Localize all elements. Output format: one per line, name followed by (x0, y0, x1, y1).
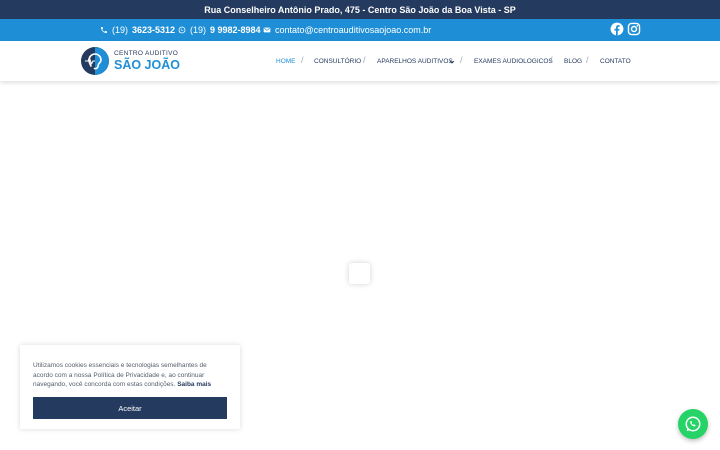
facebook-icon[interactable] (610, 22, 624, 36)
site-header: CENTRO AUDITIVO SÃO JOÃO HOME / CONSULTÓ… (0, 41, 720, 81)
cookie-more-link[interactable]: Saiba mais (177, 381, 211, 388)
address-bar: Rua Conselheiro Antônio Prado, 475 - Cen… (0, 0, 720, 19)
nav-separator: / (550, 55, 553, 65)
whatsapp-float-button[interactable] (678, 409, 708, 439)
phone-number: 3623-5312 (132, 25, 176, 35)
address-text: Rua Conselheiro Antônio Prado, 475 - Cen… (204, 4, 516, 15)
accept-cookies-button[interactable]: Aceitar (33, 397, 227, 419)
nav-exames-audiologicos[interactable]: EXAMES AUDIOLOGICOS (474, 58, 553, 65)
whatsapp-icon (685, 416, 701, 432)
whatsapp-prefix: (19) (190, 25, 207, 35)
nav-home[interactable]: HOME (276, 58, 296, 65)
nav-aparelhos-auditivos[interactable]: APARELHOS AUDITIVOS (377, 58, 453, 65)
phone-prefix: (19) (112, 25, 129, 35)
phone-icon (101, 27, 107, 33)
cookie-banner: Utilizamos cookies essenciais e tecnolog… (20, 345, 240, 429)
nav-consultorio[interactable]: CONSULTÓRIO (314, 58, 361, 65)
nav-separator: / (301, 55, 304, 65)
whatsapp-number: 9 9982-8984 (210, 25, 261, 35)
contact-bar: (19) 3623-5312 (19) 9 9982-8984 contato@… (0, 19, 720, 41)
envelope-icon (263, 27, 271, 33)
email-address: contato@centroauditivosaojoao.com.br (275, 25, 432, 35)
chevron-down-icon[interactable] (449, 59, 455, 65)
email-link[interactable]: contato@centroauditivosaojoao.com.br (263, 19, 431, 41)
nav-blog[interactable]: BLOG (564, 58, 582, 65)
whatsapp-link[interactable]: (19) 9 9982-8984 (178, 19, 261, 41)
instagram-icon[interactable] (627, 22, 641, 36)
nav-separator: / (363, 55, 366, 65)
main-nav: HOME / CONSULTÓRIO / APARELHOS AUDITIVOS… (0, 41, 720, 81)
loading-spinner (349, 263, 370, 284)
whatsapp-icon (178, 26, 186, 34)
nav-contato[interactable]: CONTATO (600, 58, 631, 65)
nav-separator: / (586, 55, 589, 65)
nav-separator: / (460, 55, 463, 65)
cookie-text: Utilizamos cookies essenciais e tecnolog… (33, 361, 228, 390)
phone-link[interactable]: (19) 3623-5312 (100, 19, 175, 41)
